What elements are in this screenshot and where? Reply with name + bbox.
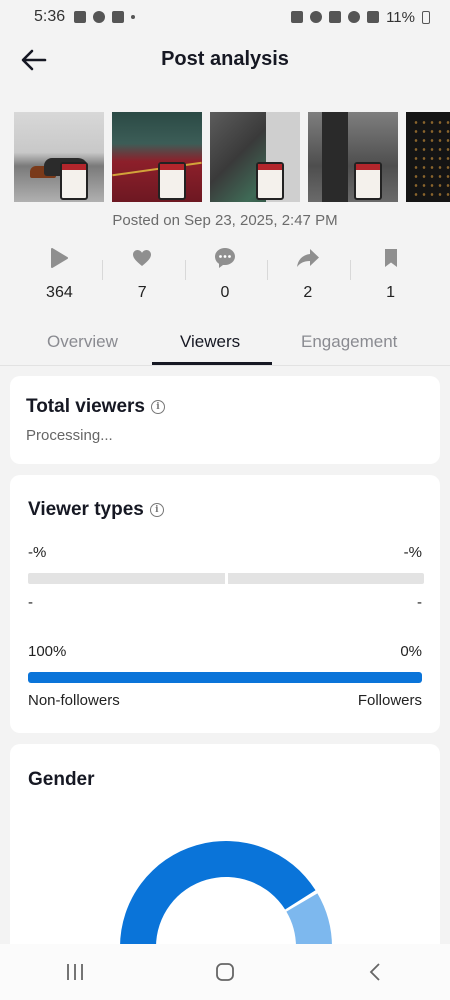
comments-count: 0	[220, 284, 230, 301]
row1-right-percent: -%	[403, 544, 422, 561]
row1-left-percent: -%	[28, 544, 47, 561]
recent-apps-icon	[67, 964, 83, 980]
followers-percent: 0%	[400, 643, 422, 660]
followers-label: Followers	[357, 692, 422, 709]
stat-comments: 0	[184, 244, 269, 306]
non-followers-label: Non-followers	[28, 692, 120, 709]
total-viewers-title: Total viewers i	[26, 396, 165, 418]
tab-engagement[interactable]: Engagement	[301, 332, 397, 352]
home-icon	[216, 963, 234, 981]
gender-gauge-chart	[120, 841, 332, 947]
alarm-icon	[291, 11, 304, 23]
thumbnail-3[interactable]	[210, 112, 300, 202]
shares-count: 2	[303, 284, 313, 301]
clock-icon	[310, 11, 323, 23]
total-viewers-card: Total viewers i Processing...	[10, 376, 440, 464]
play-icon	[51, 248, 69, 268]
viewer-types-title-text: Viewer types	[28, 499, 144, 520]
viewer-types-card: Viewer types i -% -% - - 100% 0% Non-fol…	[10, 475, 440, 733]
row1-bar-right	[228, 573, 424, 584]
row1-right-label: -	[417, 594, 422, 611]
more-notifications-icon	[131, 15, 136, 19]
post-thumbnails	[14, 112, 450, 202]
home-button[interactable]	[195, 952, 255, 992]
likes-count: 7	[137, 284, 147, 301]
signal-icon	[367, 11, 380, 23]
info-icon[interactable]: i	[149, 503, 164, 517]
status-bar: 5:36 11%	[0, 0, 450, 34]
tab-overview[interactable]: Overview	[47, 332, 118, 352]
views-count: 364	[46, 284, 73, 301]
battery-percent: 11%	[386, 8, 415, 26]
gender-title-text: Gender	[28, 769, 95, 790]
stat-shares: 2	[266, 244, 352, 306]
gender-card: Gender	[10, 744, 440, 954]
system-nav-bar	[0, 944, 450, 1000]
info-icon[interactable]: i	[150, 400, 165, 414]
thumbnail-5[interactable]	[406, 112, 450, 202]
non-followers-percent: 100%	[28, 643, 67, 660]
stat-views: 364	[18, 244, 103, 306]
stat-likes: 7	[101, 244, 186, 306]
gallery-icon	[74, 11, 87, 23]
status-time: 5:36	[34, 8, 66, 25]
thumbnail-2[interactable]	[112, 112, 202, 202]
tab-viewers[interactable]: Viewers	[180, 332, 240, 352]
recent-apps-button[interactable]	[45, 952, 105, 992]
total-viewers-status: Processing...	[26, 427, 113, 444]
wifi-icon	[348, 11, 361, 23]
active-tab-indicator	[152, 362, 272, 365]
thumbnail-1[interactable]	[14, 112, 104, 202]
tab-bar: Overview Viewers Engagement	[0, 322, 450, 366]
row1-left-label: -	[28, 594, 33, 611]
header: Post analysis	[0, 34, 450, 86]
share-icon	[296, 249, 319, 267]
chevron-left-icon	[369, 963, 380, 981]
gender-title: Gender	[28, 769, 95, 791]
heart-icon	[133, 250, 152, 266]
gender-segment-1	[120, 841, 316, 947]
stat-saves: 1	[349, 244, 432, 306]
comment-icon	[214, 248, 235, 268]
thumbnail-4[interactable]	[308, 112, 398, 202]
page-title: Post analysis	[161, 48, 289, 70]
system-back-button[interactable]	[345, 952, 405, 992]
saves-count: 1	[386, 284, 396, 301]
snapchat-icon	[93, 11, 106, 23]
viewer-types-title: Viewer types i	[28, 499, 164, 521]
total-viewers-title-text: Total viewers	[26, 396, 145, 417]
posted-date: Posted on Sep 23, 2025, 2:47 PM	[112, 212, 338, 229]
playstation-icon	[112, 11, 125, 23]
bookmark-icon	[384, 249, 397, 267]
row1-bar-left	[28, 573, 225, 584]
non-followers-bar	[28, 672, 422, 683]
stats-row: 364 7 0 2 1	[18, 244, 432, 306]
mute-icon	[329, 11, 342, 23]
battery-icon	[422, 10, 430, 24]
